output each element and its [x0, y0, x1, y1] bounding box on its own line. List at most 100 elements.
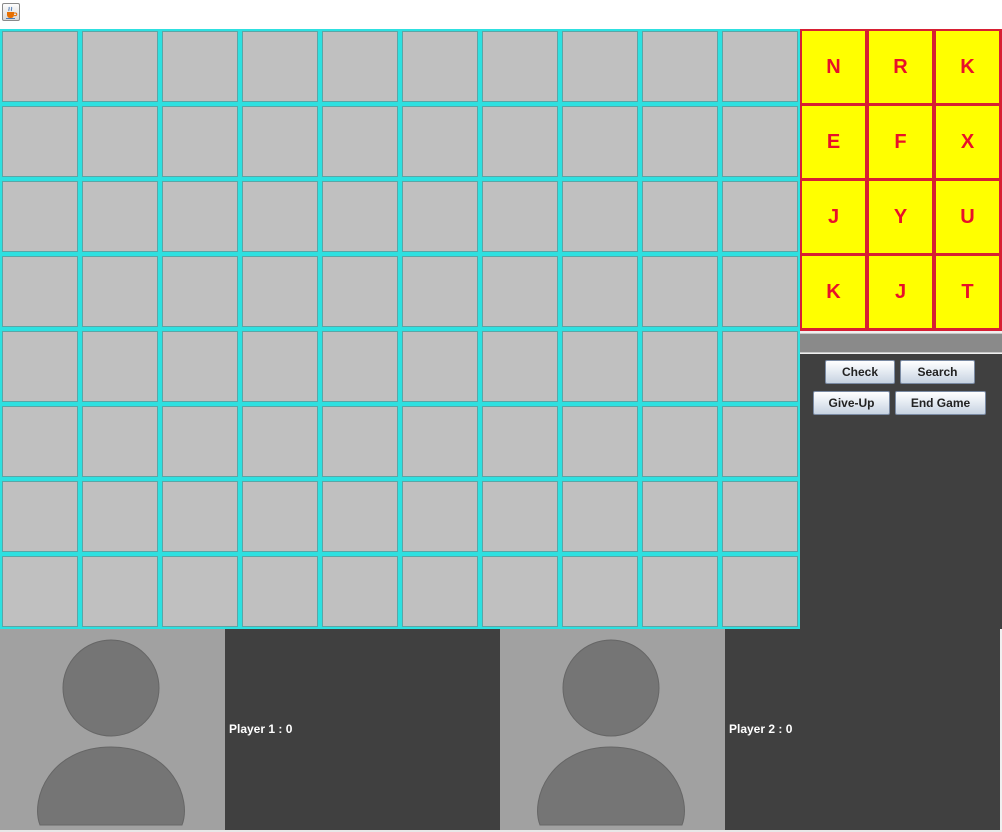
board-cell[interactable] — [82, 481, 158, 552]
letter-tile[interactable]: U — [936, 181, 999, 253]
board-cell[interactable] — [162, 331, 238, 402]
default-user-silhouette-icon — [37, 639, 185, 826]
board-cell[interactable] — [82, 256, 158, 327]
board-cell[interactable] — [82, 331, 158, 402]
board-cell[interactable] — [562, 31, 638, 102]
board-cell[interactable] — [242, 106, 318, 177]
letter-tile[interactable]: K — [802, 256, 865, 328]
board-cell[interactable] — [162, 481, 238, 552]
board-cell[interactable] — [2, 556, 78, 627]
board-cell[interactable] — [482, 556, 558, 627]
board-cell[interactable] — [722, 31, 798, 102]
board-cell[interactable] — [322, 481, 398, 552]
letter-tile[interactable]: T — [936, 256, 999, 328]
board-cell[interactable] — [482, 331, 558, 402]
board-cell[interactable] — [242, 406, 318, 477]
board-cell[interactable] — [642, 406, 718, 477]
board-cell[interactable] — [162, 406, 238, 477]
board-cell[interactable] — [562, 181, 638, 252]
letter-tile[interactable]: R — [869, 31, 932, 103]
board-cell[interactable] — [482, 181, 558, 252]
board-cell[interactable] — [242, 256, 318, 327]
board-cell[interactable] — [642, 481, 718, 552]
board-cell[interactable] — [482, 31, 558, 102]
board-cell[interactable] — [322, 406, 398, 477]
board-cell[interactable] — [162, 256, 238, 327]
board-cell[interactable] — [162, 106, 238, 177]
board-cell[interactable] — [242, 556, 318, 627]
board-cell[interactable] — [402, 481, 478, 552]
board-cell[interactable] — [642, 556, 718, 627]
board-cell[interactable] — [402, 106, 478, 177]
board-cell[interactable] — [242, 331, 318, 402]
board-cell[interactable] — [722, 331, 798, 402]
board-cell[interactable] — [642, 256, 718, 327]
board-cell[interactable] — [322, 106, 398, 177]
board-cell[interactable] — [482, 406, 558, 477]
board-cell[interactable] — [402, 406, 478, 477]
board-cell[interactable] — [322, 31, 398, 102]
board-cell[interactable] — [562, 331, 638, 402]
give-up-button[interactable]: Give-Up — [813, 391, 890, 415]
board-cell[interactable] — [242, 481, 318, 552]
letter-tile[interactable]: F — [869, 106, 932, 178]
board-cell[interactable] — [82, 31, 158, 102]
board-cell[interactable] — [82, 406, 158, 477]
board-cell[interactable] — [2, 331, 78, 402]
letter-tile[interactable]: J — [869, 256, 932, 328]
board-cell[interactable] — [722, 406, 798, 477]
word-input-field[interactable] — [800, 333, 1002, 353]
board-cell[interactable] — [562, 406, 638, 477]
board-cell[interactable] — [642, 181, 718, 252]
board-cell[interactable] — [402, 556, 478, 627]
board-cell[interactable] — [722, 556, 798, 627]
board-cell[interactable] — [402, 31, 478, 102]
board-cell[interactable] — [2, 31, 78, 102]
letter-tile[interactable]: N — [802, 31, 865, 103]
check-button[interactable]: Check — [825, 360, 895, 384]
end-game-button[interactable]: End Game — [895, 391, 986, 415]
board-cell[interactable] — [562, 256, 638, 327]
letter-tile[interactable]: J — [802, 181, 865, 253]
java-coffee-cup-icon[interactable] — [2, 3, 20, 21]
board-cell[interactable] — [162, 556, 238, 627]
board-cell[interactable] — [242, 181, 318, 252]
board-cell[interactable] — [242, 31, 318, 102]
board-cell[interactable] — [322, 331, 398, 402]
board-cell[interactable] — [482, 256, 558, 327]
board-cell[interactable] — [2, 106, 78, 177]
board-cell[interactable] — [162, 181, 238, 252]
board-cell[interactable] — [562, 106, 638, 177]
board-cell[interactable] — [722, 481, 798, 552]
board-cell[interactable] — [322, 256, 398, 327]
search-button[interactable]: Search — [900, 360, 975, 384]
board-cell[interactable] — [2, 406, 78, 477]
board-cell[interactable] — [482, 481, 558, 552]
board-cell[interactable] — [82, 181, 158, 252]
board-cell[interactable] — [322, 556, 398, 627]
board-cell[interactable] — [402, 181, 478, 252]
board-cell[interactable] — [482, 106, 558, 177]
board-cell[interactable] — [2, 181, 78, 252]
board-cell[interactable] — [642, 331, 718, 402]
board-cell[interactable] — [722, 181, 798, 252]
letter-tile[interactable]: K — [936, 31, 999, 103]
board-cell[interactable] — [722, 256, 798, 327]
board-cell[interactable] — [562, 481, 638, 552]
board-cell[interactable] — [642, 31, 718, 102]
board-cell[interactable] — [162, 31, 238, 102]
letter-tile[interactable]: E — [802, 106, 865, 178]
board-cell[interactable] — [562, 556, 638, 627]
board-cell[interactable] — [82, 106, 158, 177]
letter-tile[interactable]: Y — [869, 181, 932, 253]
board-cell[interactable] — [402, 256, 478, 327]
board-cell[interactable] — [2, 481, 78, 552]
board-cell[interactable] — [82, 556, 158, 627]
player-2-avatar — [500, 629, 725, 830]
board-cell[interactable] — [322, 181, 398, 252]
board-cell[interactable] — [2, 256, 78, 327]
board-cell[interactable] — [402, 331, 478, 402]
board-cell[interactable] — [722, 106, 798, 177]
board-cell[interactable] — [642, 106, 718, 177]
letter-tile[interactable]: X — [936, 106, 999, 178]
